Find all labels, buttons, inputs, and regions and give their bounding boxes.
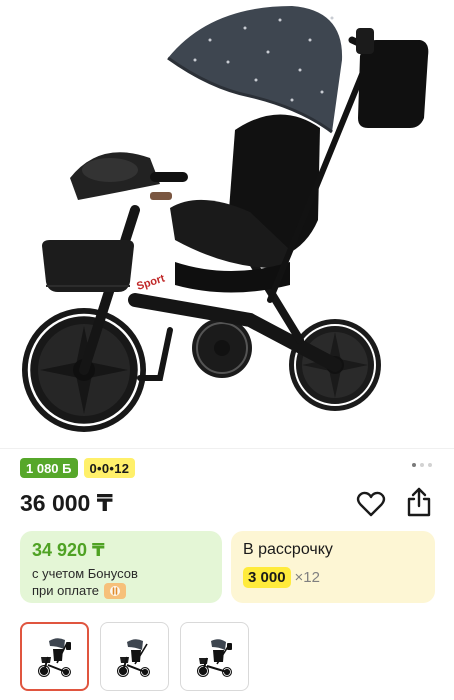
middle-wheel: [192, 318, 252, 378]
thumbnail-strip: [20, 622, 249, 691]
installment-amount: 3 000: [243, 567, 291, 588]
canopy: [167, 6, 343, 134]
bonus-note-text: при оплате: [32, 583, 99, 598]
favorite-button[interactable]: [356, 490, 386, 518]
product-price: 36 000 ₸: [20, 490, 113, 516]
handlebar: [70, 152, 188, 200]
bonus-price-card[interactable]: 34 920 ₸ с учетом Бонусов при оплате: [20, 531, 222, 603]
installment-row: 3 000 ×12: [243, 567, 423, 588]
installment-card[interactable]: В рассрочку 3 000 ×12: [231, 531, 435, 603]
pagination-dot-active: [412, 463, 416, 467]
tricycle-thumbnail-icon: [196, 638, 232, 677]
tricycle-illustration: Sport: [22, 6, 429, 432]
installment-title: В рассрочку: [243, 541, 333, 558]
svg-text:Sport: Sport: [135, 272, 166, 292]
bonus-logo-icon: [103, 582, 126, 599]
bonus-note: с учетом Бонусов: [32, 566, 138, 581]
product-image[interactable]: Sport: [0, 0, 454, 448]
thumbnail-2[interactable]: [100, 622, 169, 691]
handle-bag: [356, 28, 429, 128]
gallery-pagination: [412, 463, 432, 467]
thumbnail-1[interactable]: [20, 622, 89, 691]
seat: [170, 114, 320, 293]
pagination-dot: [428, 463, 432, 467]
heart-icon: [356, 491, 386, 517]
tricycle-thumbnail-icon: [116, 638, 150, 677]
product-badges: 1 080 Б 0•0•12: [20, 458, 136, 478]
share-button[interactable]: [404, 486, 434, 518]
divider: [0, 448, 454, 449]
bonus-badge: 1 080 Б: [20, 458, 78, 478]
pagination-dot: [420, 463, 424, 467]
tricycle-thumbnail-icon: [37, 637, 71, 677]
bonus-price: 34 920 ₸: [32, 540, 105, 560]
bonus-note-line2: при оплате: [32, 582, 210, 599]
installment-badge: 0•0•12: [83, 458, 136, 478]
installment-months: ×12: [294, 569, 320, 586]
front-basket: Sport: [42, 240, 167, 293]
thumbnail-3[interactable]: [180, 622, 249, 691]
share-icon: [407, 487, 431, 517]
